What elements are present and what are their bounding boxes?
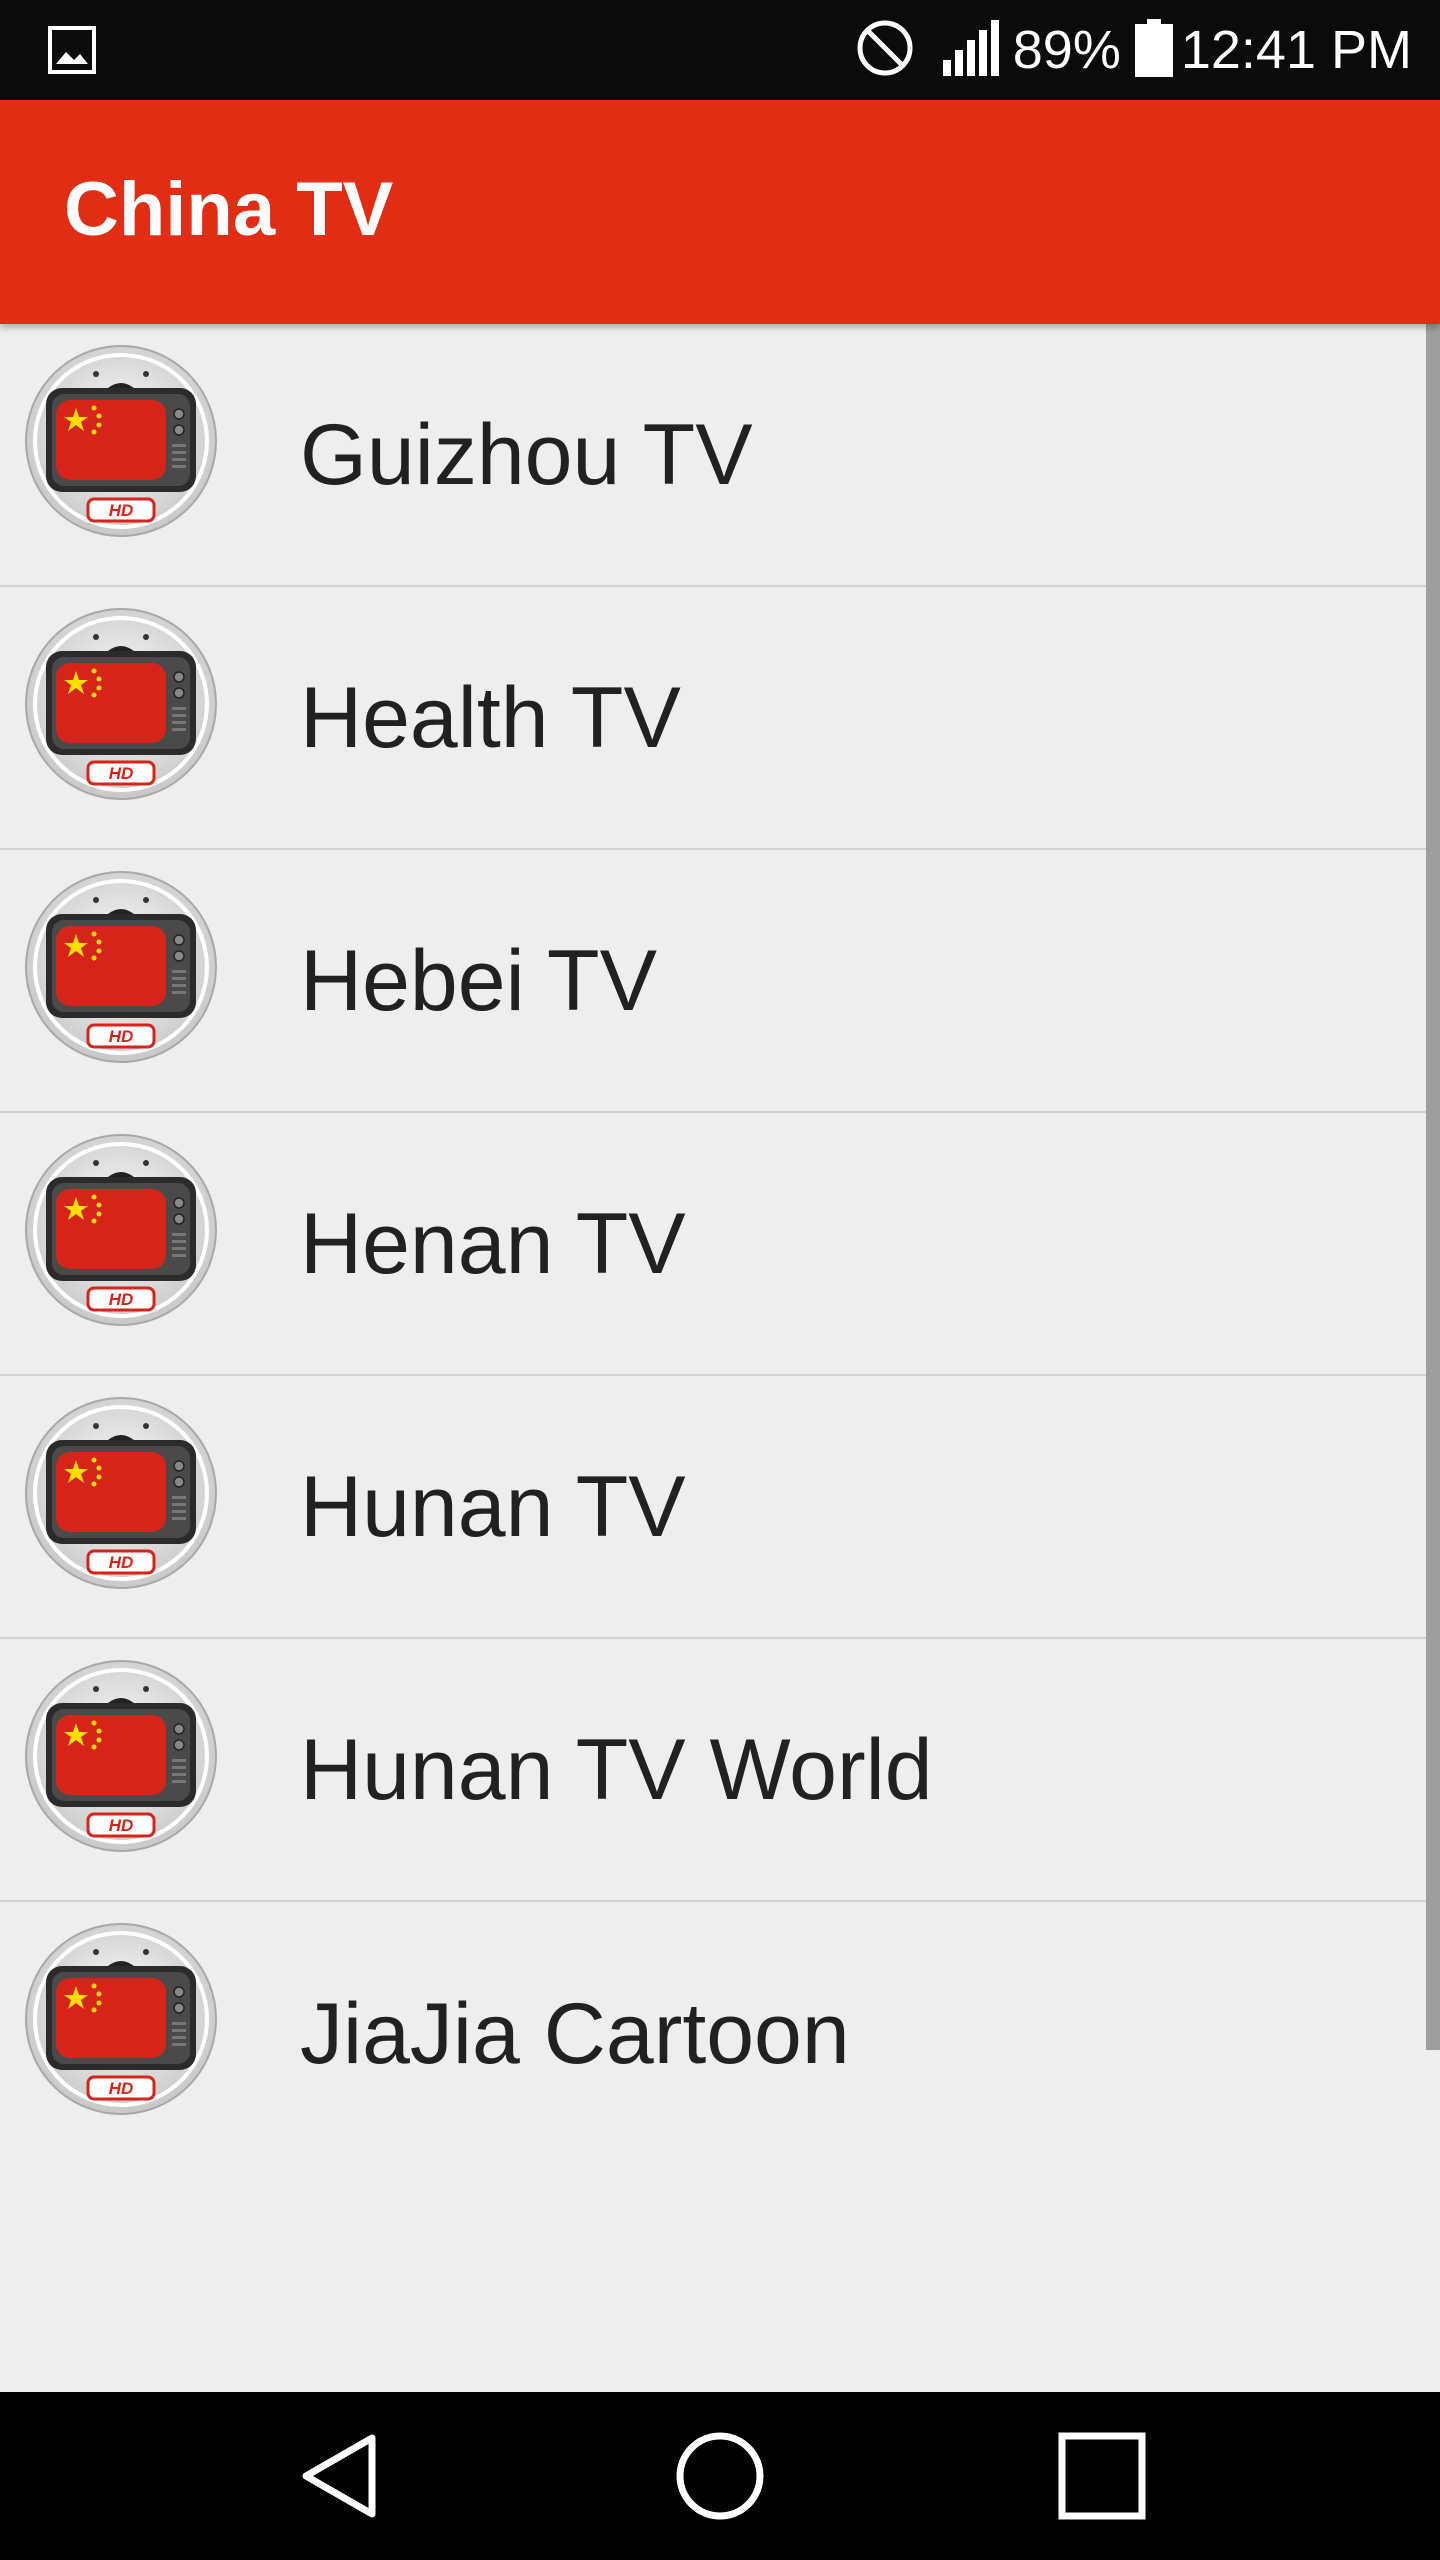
channel-name: Hebei TV: [300, 932, 657, 1029]
hd-badge: HD: [109, 1816, 134, 1835]
battery-percent: 89%: [1012, 20, 1121, 80]
hd-badge: HD: [109, 2079, 134, 2098]
status-indicators: 89% 12:41 PM: [855, 0, 1412, 100]
navigation-bar: [0, 2392, 1440, 2560]
back-icon[interactable]: [290, 2426, 390, 2526]
list-item[interactable]: HD Hunan TV World: [0, 1639, 1426, 1902]
tv-hd-china-flag-icon: HD: [24, 1133, 218, 1327]
hd-badge: HD: [109, 1290, 134, 1309]
home-icon[interactable]: [670, 2426, 770, 2526]
tv-hd-china-flag-icon: HD: [24, 1659, 218, 1853]
tv-hd-china-flag-icon: HD: [24, 870, 218, 1064]
hd-badge: HD: [109, 1027, 134, 1046]
channel-name: Henan TV: [300, 1195, 686, 1292]
channel-name: Guizhou TV: [300, 406, 753, 503]
scrollbar[interactable]: [1426, 324, 1440, 2050]
list-item[interactable]: HD Guizhou TV: [0, 324, 1426, 587]
hd-badge: HD: [109, 764, 134, 783]
signal-icon: [941, 19, 999, 81]
tv-hd-china-flag-icon: HD: [24, 1922, 218, 2116]
channel-name: JiaJia Cartoon: [300, 1985, 850, 2082]
tv-hd-china-flag-icon: HD: [24, 1396, 218, 1590]
channel-name: Hunan TV: [300, 1458, 686, 1555]
battery-icon: [1134, 18, 1173, 82]
tv-hd-china-flag-icon: HD: [24, 344, 218, 538]
list-item[interactable]: HD JiaJia Cartoon: [0, 1902, 1426, 2165]
list-item[interactable]: HD Henan TV: [0, 1113, 1426, 1376]
channel-name: Health TV: [300, 669, 681, 766]
do-not-disturb-icon: [855, 18, 915, 83]
hd-badge: HD: [109, 501, 134, 520]
status-bar: 89% 12:41 PM: [0, 0, 1440, 100]
hd-badge: HD: [109, 1553, 134, 1572]
list-item[interactable]: HD Hunan TV: [0, 1376, 1426, 1639]
page-title: China TV: [64, 167, 394, 252]
tv-hd-china-flag-icon: HD: [24, 607, 218, 801]
app-bar: China TV: [0, 100, 1440, 324]
list-item[interactable]: HD Hebei TV: [0, 850, 1426, 1113]
recents-icon[interactable]: [1052, 2426, 1152, 2526]
image-icon: [48, 26, 96, 74]
channel-list[interactable]: HD Guizhou TV HD Health TV HD Hebei TV H…: [0, 324, 1426, 2392]
list-item[interactable]: HD Health TV: [0, 587, 1426, 850]
clock: 12:41 PM: [1180, 20, 1412, 80]
channel-name: Hunan TV World: [300, 1721, 933, 1818]
